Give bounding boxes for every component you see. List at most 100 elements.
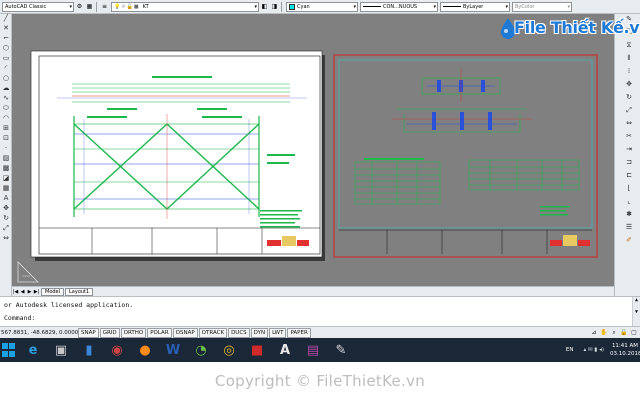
stretch-icon[interactable]: ⇔ xyxy=(624,118,634,129)
gear-icon[interactable]: ⚙ xyxy=(75,2,84,11)
pan-icon[interactable]: ✋ xyxy=(600,328,608,337)
onedrive-icon[interactable]: ▮ xyxy=(78,340,100,360)
prev-tab-icon[interactable]: ◀ xyxy=(19,288,26,296)
lineweight-dropdown[interactable]: ByLayer ▾ xyxy=(440,1,510,12)
paint-icon[interactable]: ✎ xyxy=(330,340,352,360)
insert-block-icon[interactable]: ⊞ xyxy=(1,124,11,133)
region-icon[interactable]: ◪ xyxy=(1,174,11,183)
make-current-layer-icon[interactable]: ◧ xyxy=(260,2,269,11)
command-prompt[interactable]: Command: xyxy=(4,314,35,322)
internet-explorer-icon[interactable]: e xyxy=(22,340,44,360)
otrack-toggle[interactable]: OTRACK xyxy=(198,327,228,338)
color-label: Cyan xyxy=(297,3,310,10)
pencil-icon[interactable]: ✐ xyxy=(624,235,634,246)
watermark-footer: Copyright © FileThietKe.vn xyxy=(0,362,640,400)
grid-toggle[interactable]: GRID xyxy=(99,327,120,338)
section-view-top xyxy=(421,69,501,102)
first-tab-icon[interactable]: |◀ xyxy=(12,288,19,296)
layer-dropdown[interactable]: 💡☼🔓■ KT ▾ xyxy=(111,1,259,12)
clock[interactable]: 11:41 AM 03.10.2018 xyxy=(610,342,640,358)
workspace-dropdown[interactable]: AutoCAD Classic ▾ xyxy=(2,1,74,12)
mirror-icon[interactable]: ⧖ xyxy=(624,40,634,51)
color-dropdown[interactable]: Cyan ▾ xyxy=(286,1,358,12)
network-drive-icon[interactable]: ▣ xyxy=(50,340,72,360)
plotstyle-dropdown[interactable]: ByColor ▾ xyxy=(512,1,572,12)
revision-cloud-icon[interactable]: ☁ xyxy=(1,84,11,93)
tab-layout1[interactable]: Layout1 xyxy=(65,287,94,296)
rar-icon[interactable]: ▤ xyxy=(302,340,324,360)
command-scrollbar[interactable]: ▲ ▼ xyxy=(632,297,640,327)
linetype-dropdown[interactable]: CON...NUOUS ▾ xyxy=(360,1,438,12)
properties-icon[interactable]: ☰ xyxy=(624,222,634,233)
plotstyle-label: ByColor xyxy=(515,3,535,10)
osnap-toggle[interactable]: OSNAP xyxy=(172,327,198,338)
spline-icon[interactable]: ∿ xyxy=(1,94,11,103)
scale-icon[interactable]: ⤢ xyxy=(624,105,634,116)
array-icon[interactable]: ⁞ xyxy=(624,66,634,77)
tray-icons[interactable]: ▴ ✉ ▮ ◂) xyxy=(583,347,604,353)
last-tab-icon[interactable]: ▶| xyxy=(33,288,40,296)
table-icon[interactable]: ▦ xyxy=(1,184,11,193)
chrome-icon[interactable]: ◎ xyxy=(218,340,240,360)
command-window[interactable]: or Autodesk licensed application. Comman… xyxy=(0,296,640,327)
move-icon[interactable]: ✥ xyxy=(624,79,634,90)
autocad-icon[interactable]: A xyxy=(274,340,296,360)
circle-icon[interactable]: ○ xyxy=(1,74,11,83)
annotation-scale-icon[interactable]: ⊿ xyxy=(590,328,598,337)
polyline-icon[interactable]: ⌐ xyxy=(1,34,11,43)
zoom-icon[interactable]: ⌕ xyxy=(610,328,618,337)
extend-icon[interactable]: ⇥ xyxy=(624,144,634,155)
drawing-canvas[interactable] xyxy=(12,14,614,286)
coordinate-readout[interactable]: 567.8831, -48.6829, 0.0000 xyxy=(0,330,78,336)
explode-icon[interactable]: ✱ xyxy=(624,209,634,220)
language-indicator[interactable]: EN xyxy=(566,347,574,353)
offset-icon[interactable]: ⫴ xyxy=(624,53,634,64)
workspace-icon[interactable]: ▦ xyxy=(85,2,94,11)
dyn-toggle[interactable]: DYN xyxy=(250,327,269,338)
recorder-icon[interactable]: ■ xyxy=(246,340,268,360)
construction-line-icon[interactable]: ✕ xyxy=(1,24,11,33)
gradient-icon[interactable]: ▩ xyxy=(1,164,11,173)
lwt-toggle[interactable]: LWT xyxy=(269,327,287,338)
ducs-toggle[interactable]: DUCS xyxy=(228,327,250,338)
make-block-icon[interactable]: ⊡ xyxy=(1,134,11,143)
firefox-icon[interactable]: ● xyxy=(134,340,156,360)
polygon-icon[interactable]: ⬡ xyxy=(1,44,11,53)
tab-model[interactable]: Model xyxy=(41,287,65,296)
properties-toolbar: AutoCAD Classic ▾ ⚙ ▦ ≡ 💡☼🔓■ KT ▾ ◧ ◨ Cy… xyxy=(0,0,640,14)
rectangle-icon[interactable]: ▭ xyxy=(1,54,11,63)
word-icon[interactable]: W xyxy=(162,340,184,360)
layer-manager-icon[interactable]: ≡ xyxy=(100,2,109,11)
stretch-icon[interactable]: ⇔ xyxy=(1,234,11,243)
chamfer-icon[interactable]: ⌊ xyxy=(624,183,634,194)
rotate-icon[interactable]: ↻ xyxy=(624,92,634,103)
lineweight-label: ByLayer xyxy=(463,3,484,10)
join-icon[interactable]: ⊏ xyxy=(624,170,634,181)
layer-previous-icon[interactable]: ◨ xyxy=(270,2,279,11)
arc-icon[interactable]: ◜ xyxy=(1,64,11,73)
snap-toggle[interactable]: SNAP xyxy=(78,327,99,338)
lock-icon[interactable]: 🔒 xyxy=(620,328,628,337)
polar-toggle[interactable]: POLAR xyxy=(147,327,172,338)
media-icon[interactable]: ◉ xyxy=(106,340,128,360)
break-icon[interactable]: ⊐ xyxy=(624,157,634,168)
ortho-toggle[interactable]: ORTHO xyxy=(120,327,147,338)
cad-viewer-icon[interactable]: ◔ xyxy=(190,340,212,360)
next-tab-icon[interactable]: ▶ xyxy=(26,288,33,296)
scale-icon[interactable]: ⤢ xyxy=(1,224,11,233)
rotate-icon[interactable]: ↻ xyxy=(1,214,11,223)
line-icon[interactable]: ╱ xyxy=(1,14,11,23)
clean-screen-icon[interactable]: ▢ xyxy=(630,328,638,337)
ellipse-arc-icon[interactable]: ◠ xyxy=(1,114,11,123)
fillet-icon[interactable]: ⌞ xyxy=(624,196,634,207)
ellipse-icon[interactable]: ⬭ xyxy=(1,104,11,113)
windows-start-icon[interactable] xyxy=(2,343,16,357)
multiline-text-icon[interactable]: A xyxy=(1,194,11,203)
paper-toggle[interactable]: PAPER xyxy=(287,327,311,338)
layer-state-icons: 💡☼🔓■ xyxy=(114,3,140,10)
point-icon[interactable]: · xyxy=(1,144,11,153)
hatch-icon[interactable]: ▨ xyxy=(1,154,11,163)
chevron-down-icon: ▾ xyxy=(254,3,257,10)
move-icon[interactable]: ✥ xyxy=(1,204,11,213)
trim-icon[interactable]: ✂ xyxy=(624,131,634,142)
